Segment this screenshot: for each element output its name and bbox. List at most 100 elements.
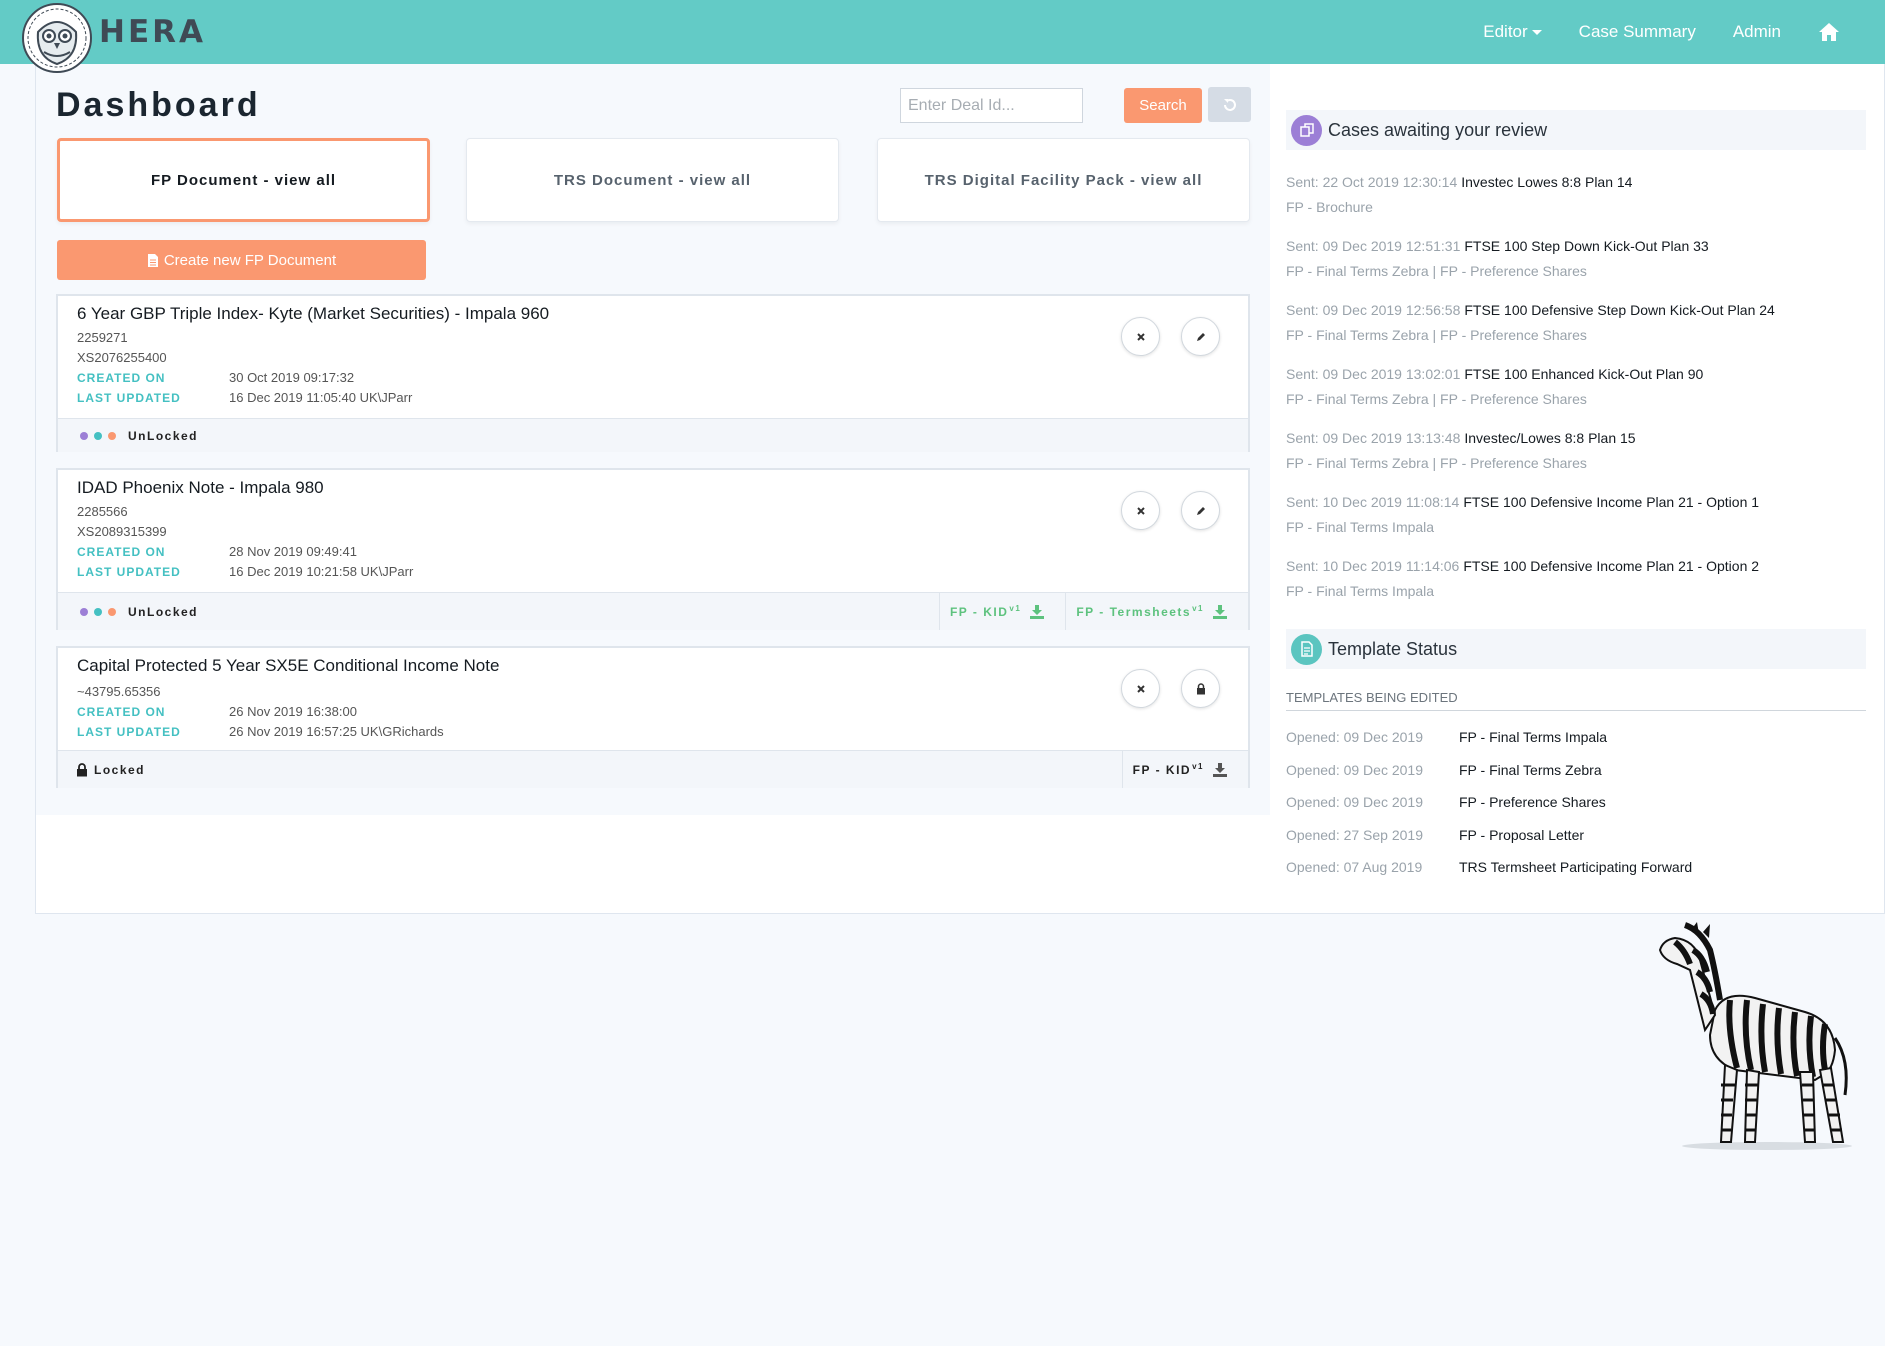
template-item[interactable]: Opened: 09 Dec 2019 FP - Preference Share… <box>1286 794 1606 810</box>
template-name: FP - Preference Shares <box>1459 794 1606 810</box>
template-item[interactable]: Opened: 09 Dec 2019 FP - Final Terms Impa… <box>1286 729 1607 745</box>
review-item[interactable]: Sent: 22 Oct 2019 12:30:14 Investec Lowes… <box>1286 174 1866 190</box>
review-item[interactable]: Sent: 10 Dec 2019 11:14:06 FTSE 100 Defen… <box>1286 558 1866 574</box>
create-fp-document-button[interactable]: Create new FP Document <box>57 240 426 280</box>
nav-editor-dropdown[interactable]: Editor <box>1483 22 1542 42</box>
opened-date: Opened: 09 Dec 2019 <box>1286 794 1423 810</box>
close-icon <box>1136 506 1145 515</box>
review-item[interactable]: Sent: 09 Dec 2019 12:51:31 FTSE 100 Step … <box>1286 238 1866 254</box>
refresh-icon <box>1223 98 1236 111</box>
card-footer: UnLocked FP - KID v1 FP - Termsheets v1 <box>58 592 1248 630</box>
status-dots <box>80 431 122 440</box>
template-name: FP - Proposal Letter <box>1459 827 1585 843</box>
opened-date: Opened: 09 Dec 2019 <box>1286 762 1423 778</box>
review-item[interactable]: Sent: 09 Dec 2019 13:13:48 Investec/Lowes… <box>1286 430 1866 446</box>
status-dot <box>94 431 102 440</box>
case-name: FTSE 100 Defensive Income Plan 21 - Opti… <box>1463 558 1760 574</box>
caret-down-icon <box>1531 29 1542 35</box>
status-dot <box>94 607 102 616</box>
owl-logo-icon <box>22 3 92 73</box>
card-title[interactable]: 6 Year GBP Triple Index- Kyte (Market Se… <box>77 304 549 324</box>
review-item[interactable]: Sent: 10 Dec 2019 11:08:14 FTSE 100 Defen… <box>1286 494 1866 510</box>
case-type: FP - Final Terms Impala <box>1286 519 1435 535</box>
deal-id-search-input[interactable] <box>900 88 1083 123</box>
case-type: FP - Brochure <box>1286 199 1373 215</box>
search-button[interactable]: Search <box>1124 88 1202 123</box>
download-group: FP - KID v1 FP - Termsheets v1 <box>938 593 1248 630</box>
sent-time: Sent: 09 Dec 2019 13:02:01 <box>1286 366 1461 382</box>
status-dot <box>80 607 88 616</box>
opened-date: Opened: 09 Dec 2019 <box>1286 729 1423 745</box>
download-fp-kid[interactable]: FP - KID v1 <box>938 593 1065 630</box>
created-on-value: 30 Oct 2019 09:17:32 <box>229 370 355 385</box>
nav-admin[interactable]: Admin <box>1733 22 1781 42</box>
templates-being-edited-label: TEMPLATES BEING EDITED <box>1286 690 1866 711</box>
version-label: v1 <box>1192 762 1204 771</box>
download-fp-kid[interactable]: FP - KID v1 <box>1121 751 1248 788</box>
hera-logo[interactable] <box>18 2 96 74</box>
home-icon[interactable] <box>1818 22 1840 42</box>
case-type: FP - Final Terms Zebra | FP - Preference… <box>1286 391 1587 407</box>
tab-trs-document[interactable]: TRS Document - view all <box>466 138 839 222</box>
review-item[interactable]: Sent: 09 Dec 2019 12:56:58 FTSE 100 Defen… <box>1286 302 1866 318</box>
card-title[interactable]: Capital Protected 5 Year SX5E Conditiona… <box>77 656 499 676</box>
download-label: FP - Termsheets <box>1076 604 1192 619</box>
nav-links: Editor Case Summary Admin <box>1483 0 1885 64</box>
review-item[interactable]: Sent: 09 Dec 2019 13:02:01 FTSE 100 Enhan… <box>1286 366 1866 382</box>
template-section-header: Template Status <box>1286 629 1866 669</box>
close-icon <box>1136 332 1145 341</box>
status-dot <box>108 431 116 440</box>
copy-icon <box>1291 114 1322 146</box>
document-icon <box>1291 633 1322 665</box>
template-item[interactable]: Opened: 27 Sep 2019 FP - Proposal Letter <box>1286 827 1584 843</box>
card-title[interactable]: IDAD Phoenix Note - Impala 980 <box>77 478 324 498</box>
case-name: FTSE 100 Defensive Income Plan 21 - Opti… <box>1463 494 1760 510</box>
delete-button[interactable] <box>1121 491 1160 530</box>
case-name: FTSE 100 Defensive Step Down Kick-Out Pl… <box>1464 302 1775 318</box>
brand-name[interactable]: HERA <box>99 14 206 50</box>
document-card: 6 Year GBP Triple Index- Kyte (Market Se… <box>56 294 1250 452</box>
document-card: Capital Protected 5 Year SX5E Conditiona… <box>56 646 1250 788</box>
delete-button[interactable] <box>1121 317 1160 356</box>
lock-button[interactable] <box>1181 669 1220 708</box>
sent-time: Sent: 09 Dec 2019 12:56:58 <box>1286 302 1461 318</box>
lock-status-text: UnLocked <box>128 604 199 619</box>
created-on-value: 28 Nov 2019 09:49:41 <box>229 544 357 559</box>
card-footer: Locked FP - KID v1 <box>58 750 1248 788</box>
delete-button[interactable] <box>1121 669 1160 708</box>
card-deal-id: ~43795.65356 <box>77 684 161 699</box>
review-section-header: Cases awaiting your review <box>1286 110 1866 150</box>
card-isin: XS2076255400 <box>77 350 167 365</box>
created-on-label: CREATED ON <box>77 705 166 719</box>
status-dots <box>80 607 122 616</box>
download-fp-termsheets[interactable]: FP - Termsheets v1 <box>1065 593 1248 630</box>
nav-case-summary[interactable]: Case Summary <box>1579 22 1696 42</box>
download-icon <box>1030 605 1045 619</box>
zebra-illustration <box>1658 922 1852 1150</box>
edit-button[interactable] <box>1181 317 1220 356</box>
case-type: FP - Final Terms Zebra | FP - Preference… <box>1286 455 1587 471</box>
template-section-title: Template Status <box>1328 638 1458 659</box>
lock-status-text: UnLocked <box>128 428 199 443</box>
file-icon <box>147 253 158 267</box>
edit-button[interactable] <box>1181 491 1220 530</box>
lock-icon <box>77 762 87 776</box>
sent-time: Sent: 22 Oct 2019 12:30:14 <box>1286 174 1458 190</box>
last-updated-value: 16 Dec 2019 10:21:58 UK\JParr <box>229 564 414 579</box>
top-navbar: HERA Editor Case Summary Admin <box>0 0 1885 73</box>
tab-trs-digital-facility-pack[interactable]: TRS Digital Facility Pack - view all <box>877 138 1250 222</box>
template-item[interactable]: Opened: 09 Dec 2019 FP - Final Terms Zebr… <box>1286 762 1602 778</box>
tab-fp-document[interactable]: FP Document - view all <box>57 138 430 222</box>
document-card: IDAD Phoenix Note - Impala 980 2285566 X… <box>56 468 1250 630</box>
pencil-icon <box>1196 332 1205 341</box>
created-on-label: CREATED ON <box>77 371 166 385</box>
opened-date: Opened: 07 Aug 2019 <box>1286 859 1423 875</box>
last-updated-value: 26 Nov 2019 16:57:25 UK\GRichards <box>229 724 444 739</box>
template-item[interactable]: Opened: 07 Aug 2019 TRS Termsheet Partici… <box>1286 859 1692 875</box>
version-label: v1 <box>1009 604 1022 613</box>
page-title: Dashboard <box>56 86 261 124</box>
dashboard-column: Dashboard Search FP Document - view all … <box>36 64 1270 815</box>
last-updated-label: LAST UPDATED <box>77 725 181 739</box>
sent-time: Sent: 09 Dec 2019 13:13:48 <box>1286 430 1461 446</box>
refresh-button[interactable] <box>1208 87 1251 122</box>
